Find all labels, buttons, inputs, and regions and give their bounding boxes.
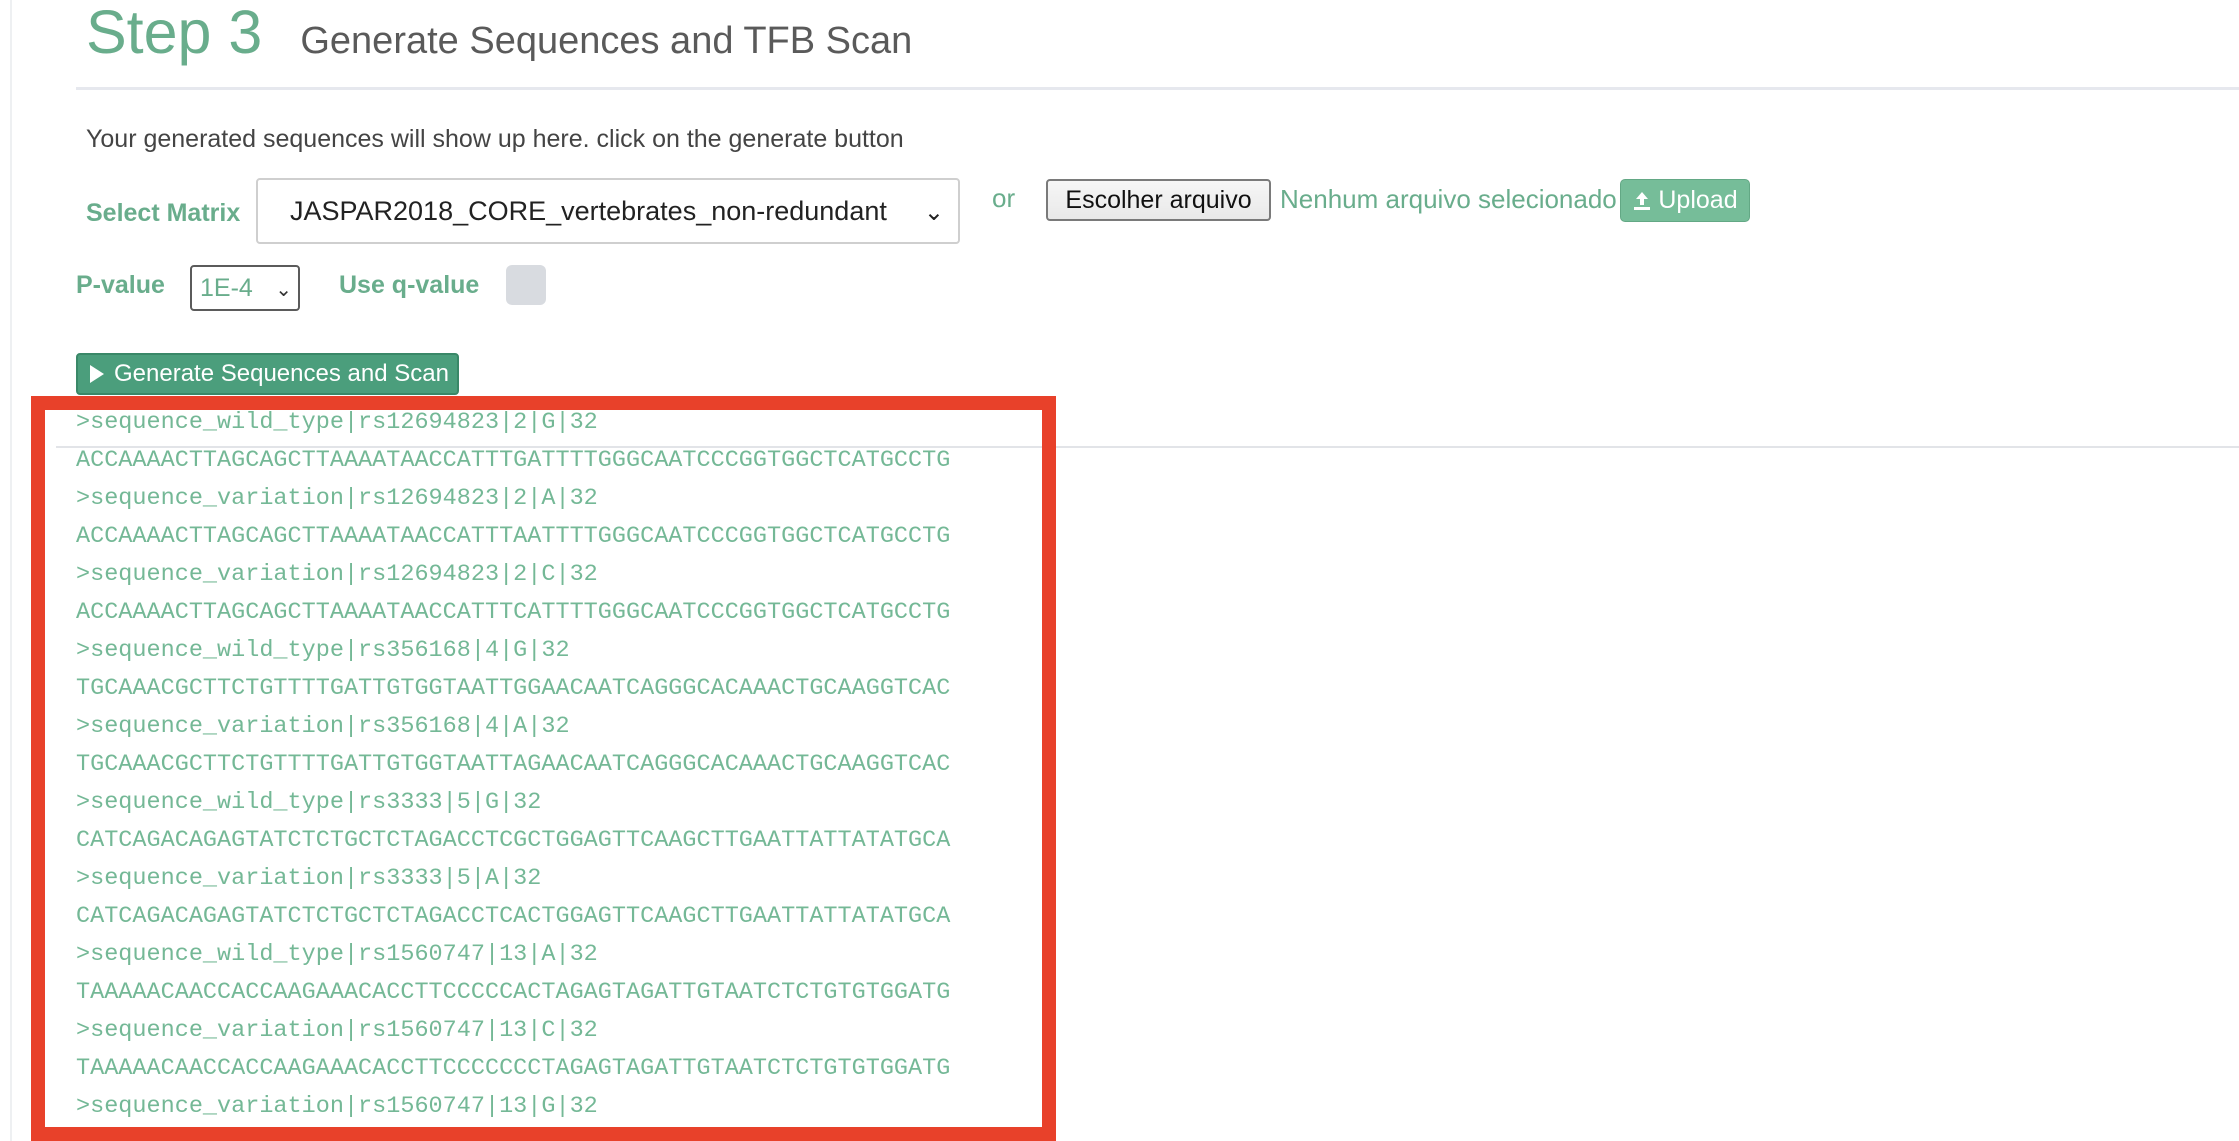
- sequence-line: ACCAAAACTTAGCAGCTTAAAATAACCATTTCATTTTGGG…: [76, 599, 951, 626]
- sequence-header: >sequence_wild_type|rs3333|5|G|32: [76, 789, 542, 816]
- step-header: Step 3 Generate Sequences and TFB Scan: [86, 0, 912, 75]
- pvalue-select[interactable]: 1E-4 ⌄: [190, 265, 300, 311]
- sequence-line: CATCAGACAGAGTATCTCTGCTCTAGACCTCACTGGAGTT…: [76, 903, 951, 930]
- file-status-text: Nenhum arquivo selecionado: [1280, 184, 1617, 214]
- qvalue-label: Use q-value: [339, 271, 480, 299]
- pvalue-label: P-value: [76, 271, 165, 299]
- sequence-header: >sequence_variation|rs3333|5|A|32: [76, 865, 542, 892]
- upload-label: Upload: [1658, 186, 1738, 214]
- pvalue-select-value: 1E-4: [200, 273, 253, 302]
- sequence-header: >sequence_variation|rs356168|4|A|32: [76, 713, 570, 740]
- chevron-down-icon: ⌄: [923, 199, 944, 226]
- matrix-select-value: JASPAR2018_CORE_vertebrates_non-redundan…: [290, 195, 887, 226]
- sequence-header: >sequence_wild_type|rs356168|4|G|32: [76, 637, 570, 664]
- sequence-line: ACCAAAACTTAGCAGCTTAAAATAACCATTTGATTTTGGG…: [76, 447, 951, 474]
- or-text: or: [992, 183, 1016, 213]
- step-number: Step 3: [86, 0, 263, 66]
- choose-file-button[interactable]: Escolher arquivo: [1046, 179, 1271, 221]
- sequence-header: >sequence_variation|rs1560747|13|G|32: [76, 1093, 598, 1120]
- chevron-down-icon: ⌄: [275, 279, 292, 301]
- generate-label: Generate Sequences and Scan: [114, 360, 449, 387]
- upload-icon: [1634, 191, 1651, 210]
- sequence-header: >sequence_wild_type|rs12694823|2|G|32: [76, 409, 598, 436]
- play-icon: [90, 365, 104, 383]
- sequence-line: TGCAAACGCTTCTGTTTTGATTGTGGTAATTAGAACAATC…: [76, 751, 951, 778]
- select-matrix-label: Select Matrix: [86, 199, 241, 227]
- matrix-select[interactable]: JASPAR2018_CORE_vertebrates_non-redundan…: [256, 178, 960, 244]
- upload-button[interactable]: Upload: [1620, 179, 1750, 222]
- sequence-header: >sequence_variation|rs12694823|2|A|32: [76, 485, 598, 512]
- step-title: Generate Sequences and TFB Scan: [300, 20, 913, 62]
- sequence-header: >sequence_variation|rs12694823|2|C|32: [76, 561, 598, 588]
- sequence-header: >sequence_wild_type|rs1560747|13|A|32: [76, 941, 598, 968]
- sequence-line: TGCAAACGCTTCTGTTTTGATTGTGGTAATTGGAACAATC…: [76, 675, 951, 702]
- sequence-line: TAAAAACAACCACCAAGAAACACCTTCCCCCACTAGAGTA…: [76, 979, 951, 1006]
- sequence-line: ACCAAAACTTAGCAGCTTAAAATAACCATTTAATTTTGGG…: [76, 523, 951, 550]
- header-divider: [76, 87, 2239, 90]
- sequence-line: CATCAGACAGAGTATCTCTGCTCTAGACCTCGCTGGAGTT…: [76, 827, 951, 854]
- generate-sequences-button[interactable]: Generate Sequences and Scan: [76, 353, 459, 395]
- sequence-line: TAAAAACAACCACCAAGAAACACCTTCCCCCCCTAGAGTA…: [76, 1055, 951, 1082]
- sequence-header: >sequence_variation|rs1560747|13|C|32: [76, 1017, 598, 1044]
- left-border: [10, 0, 12, 1141]
- qvalue-checkbox[interactable]: [506, 265, 546, 305]
- sequence-output: >sequence_wild_type|rs12694823|2|G|32 ACC…: [76, 404, 1066, 1138]
- intro-text: Your generated sequences will show up he…: [86, 125, 904, 153]
